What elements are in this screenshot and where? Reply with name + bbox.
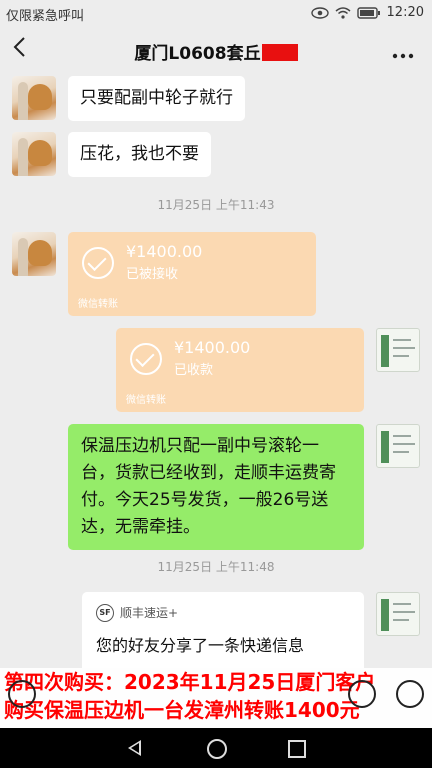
- more-button[interactable]: [392, 40, 414, 64]
- express-card[interactable]: SF 顺丰速运+ 您的好友分享了一条快递信息: [82, 592, 364, 668]
- nav-back-icon[interactable]: [128, 740, 141, 756]
- my-avatar[interactable]: [376, 592, 420, 636]
- my-avatar[interactable]: [376, 424, 420, 468]
- chat-title: 厦门L0608套丘: [134, 44, 261, 64]
- transfer-amount: ¥1400.00: [174, 338, 251, 357]
- transfer-footer: 微信转账: [78, 299, 118, 310]
- transfer-card[interactable]: ¥1400.00 已收款 微信转账: [116, 328, 364, 412]
- status-time: 12:20: [386, 5, 424, 20]
- emoji-icon[interactable]: [348, 680, 376, 708]
- transfer-card[interactable]: ¥1400.00 已被接收 微信转账: [68, 232, 316, 316]
- status-bar: 仅限紧急呼叫 12:20: [0, 0, 432, 26]
- message-bubble[interactable]: 保温压边机只配一副中号滚轮一台，货款已经收到，走顺丰运费寄付。今天25号发货，一…: [68, 424, 364, 550]
- timestamp: 11月25日 上午11:48: [157, 560, 275, 574]
- chat-area[interactable]: 只要配副中轮子就行 压花，我也不要 11月25日 上午11:43 ¥1400.0…: [0, 76, 432, 668]
- chat-header: 厦门L0608套丘: [0, 26, 432, 76]
- redaction-block: [261, 44, 298, 61]
- nav-home-icon[interactable]: [207, 739, 227, 759]
- message-bubble[interactable]: 压花，我也不要: [68, 132, 211, 177]
- eye-icon: [310, 6, 329, 19]
- transfer-status: 已收款: [174, 363, 214, 378]
- wifi-icon: [335, 6, 351, 19]
- system-nav-bar: [0, 728, 432, 768]
- status-icons: 12:20: [310, 5, 424, 20]
- battery-icon: [356, 6, 380, 19]
- transfer-status: 已被接收: [126, 267, 179, 282]
- transfer-amount: ¥1400.00: [126, 242, 203, 261]
- message-bubble[interactable]: 只要配副中轮子就行: [68, 76, 245, 121]
- contact-avatar[interactable]: [12, 232, 56, 276]
- check-circle-icon: [82, 247, 114, 279]
- carrier-text: 仅限紧急呼叫: [6, 9, 85, 24]
- plus-icon[interactable]: [396, 680, 424, 708]
- check-circle-icon: [130, 343, 162, 375]
- sf-logo-icon: SF: [96, 604, 114, 622]
- express-brand: 顺丰速运+: [120, 606, 179, 620]
- page-title: 厦门L0608套丘: [0, 39, 432, 64]
- express-message: 您的好友分享了一条快递信息: [96, 636, 305, 655]
- more-icon: [392, 53, 414, 59]
- nav-recent-icon[interactable]: [288, 740, 306, 758]
- timestamp: 11月25日 上午11:43: [157, 198, 275, 212]
- contact-avatar[interactable]: [12, 76, 56, 120]
- my-avatar[interactable]: [376, 328, 420, 372]
- voice-input-icon[interactable]: [8, 680, 36, 708]
- contact-avatar[interactable]: [12, 132, 56, 176]
- transfer-footer: 微信转账: [126, 395, 166, 406]
